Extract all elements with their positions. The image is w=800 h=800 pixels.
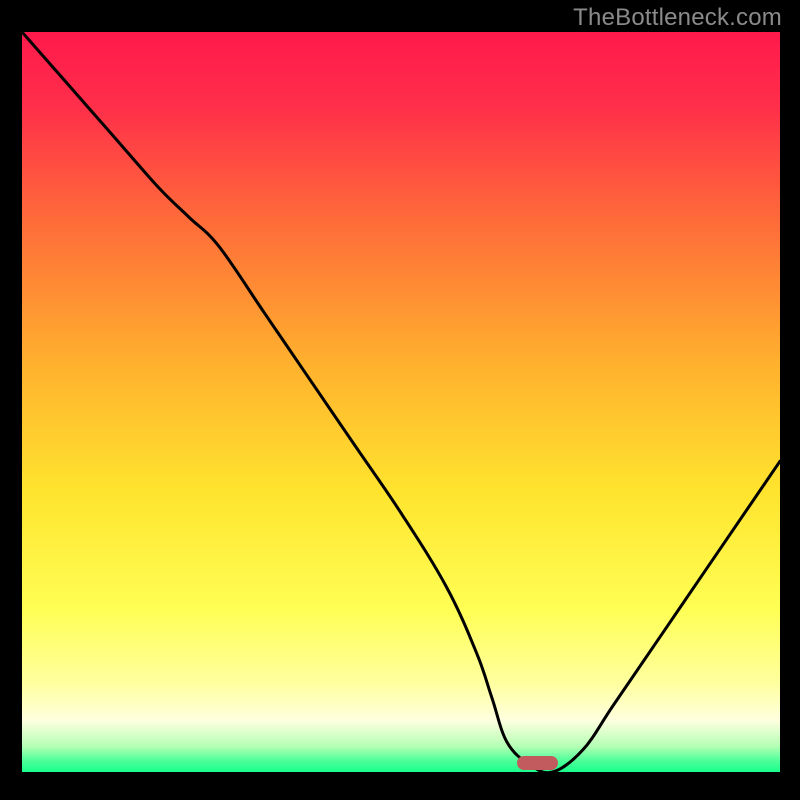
chart-frame: TheBottleneck.com [0, 0, 800, 800]
bottleneck-curve [22, 32, 780, 772]
optimal-marker [517, 756, 559, 769]
watermark-text: TheBottleneck.com [573, 4, 782, 32]
plot-area [22, 32, 780, 772]
